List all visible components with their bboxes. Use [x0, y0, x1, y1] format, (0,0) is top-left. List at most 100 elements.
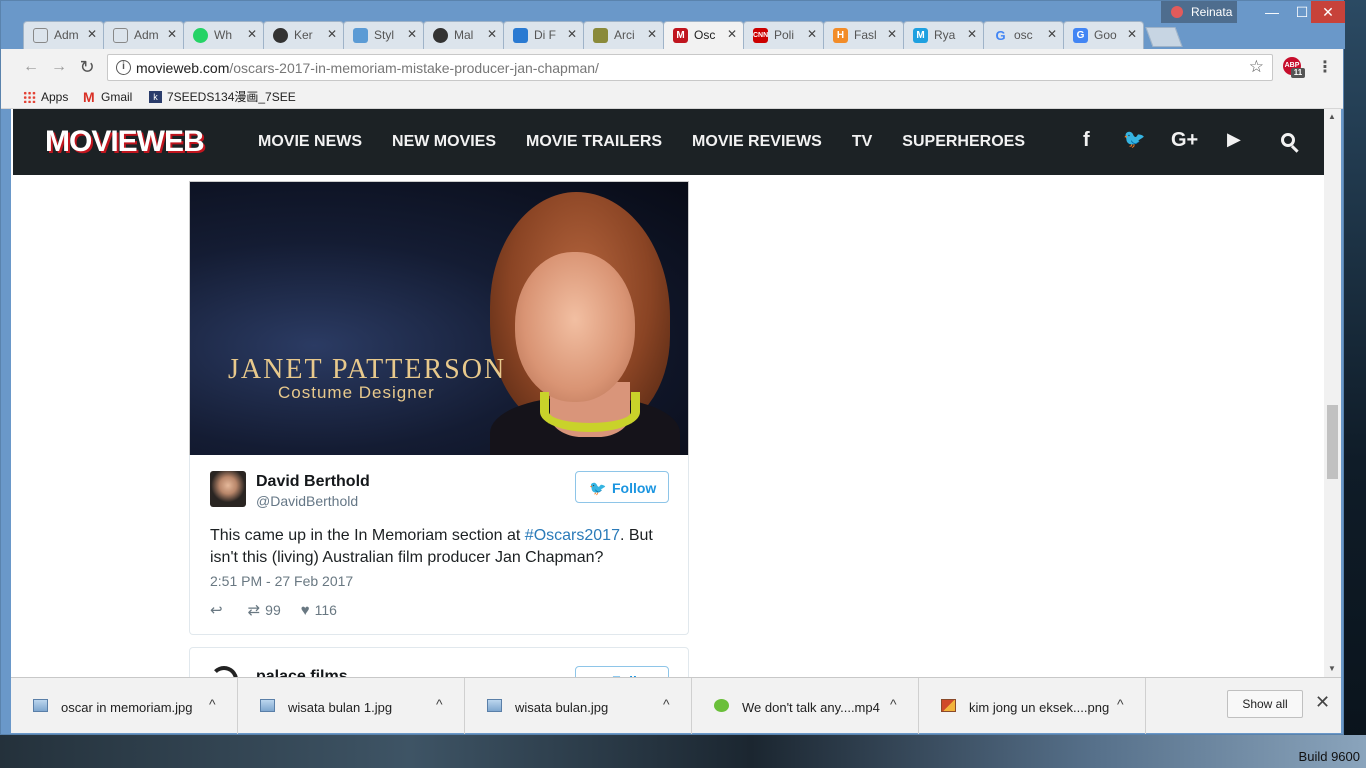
download-item[interactable]: wisata bulan 1.jpg ^ [238, 678, 465, 734]
github-icon [273, 28, 288, 43]
download-filename: wisata bulan.jpg [515, 700, 609, 715]
follow-button[interactable]: Follow [575, 666, 669, 677]
follow-button[interactable]: 🐦 Follow [575, 471, 669, 503]
adblock-icon[interactable]: ABP 11 [1283, 57, 1305, 78]
tab-close-icon[interactable]: ✕ [1127, 27, 1137, 41]
hashtag-link[interactable]: #Oscars2017 [525, 527, 620, 544]
bookmark-apps[interactable]: Apps [23, 89, 68, 105]
info-icon[interactable]: i [116, 60, 131, 75]
bookmark-label: Apps [41, 90, 69, 104]
video-file-icon [714, 699, 729, 712]
reply-button[interactable]: ↩ [210, 601, 228, 619]
address-bar[interactable]: i movieweb.com/oscars-2017-in-memoriam-m… [107, 54, 1273, 81]
search-icon[interactable] [1281, 133, 1301, 153]
nav-tv[interactable]: TV [852, 133, 872, 151]
movieweb-logo[interactable]: MOVIEWEB [45, 125, 205, 159]
tab[interactable]: Arci ✕ [583, 21, 664, 49]
google-plus-icon[interactable]: G+ [1171, 129, 1198, 152]
tweet-author[interactable]: palace films [256, 668, 348, 677]
scroll-up-icon[interactable]: ▲ [1328, 112, 1336, 121]
youtube-icon[interactable]: ▶ [1227, 129, 1241, 150]
tab-close-icon[interactable]: ✕ [487, 27, 497, 41]
tab[interactable]: CNN Poli ✕ [743, 21, 824, 49]
tab-label: Osc [694, 28, 716, 42]
close-downloads-icon[interactable]: ✕ [1315, 692, 1330, 713]
download-item[interactable]: wisata bulan.jpg ^ [465, 678, 692, 734]
profile-icon [1171, 6, 1183, 18]
chevron-up-icon[interactable]: ^ [209, 696, 216, 712]
tab[interactable]: Di F ✕ [503, 21, 584, 49]
tab[interactable]: Wh ✕ [183, 21, 264, 49]
tab-close-icon[interactable]: ✕ [807, 27, 817, 41]
tab-close-icon[interactable]: ✕ [407, 27, 417, 41]
tab[interactable]: G Goo ✕ [1063, 21, 1144, 49]
like-button[interactable]: ♥ 116 [301, 602, 337, 619]
facebook-icon[interactable]: f [1083, 129, 1090, 152]
nav-movie-reviews[interactable]: MOVIE REVIEWS [692, 133, 822, 151]
avatar[interactable] [210, 666, 238, 677]
retweet-icon: ⇄ [247, 602, 261, 619]
tab-close-icon[interactable]: ✕ [87, 27, 97, 41]
nav-movie-trailers[interactable]: MOVIE TRAILERS [526, 133, 662, 151]
browser-menu-icon[interactable]: ⋮ [1317, 57, 1333, 77]
tab-strip: Adm ✕ Adm ✕ Wh ✕ Ker ✕ Styl ✕ Mal ✕ Di F ✕ Arci… [23, 21, 1183, 49]
bookmark-star-icon[interactable]: ☆ [1249, 57, 1264, 77]
profile-button[interactable]: Reinata [1161, 1, 1237, 23]
close-window-button[interactable]: ✕ [1311, 1, 1345, 23]
tab[interactable]: Adm ✕ [23, 21, 104, 49]
tab-close-icon[interactable]: ✕ [327, 27, 337, 41]
bookmark-7seeds[interactable]: k 7SEEDS134漫画_7SEE [149, 89, 296, 105]
tab[interactable]: Adm ✕ [103, 21, 184, 49]
chevron-up-icon[interactable]: ^ [436, 696, 443, 712]
new-tab-button[interactable] [1145, 27, 1183, 47]
back-button[interactable]: ← [21, 57, 41, 77]
tab[interactable]: Styl ✕ [343, 21, 424, 49]
reload-button[interactable]: ↻ [77, 57, 97, 77]
profile-name: Reinata [1191, 5, 1233, 19]
tweet-photo[interactable]: JANET PATTERSON Costume Designer [189, 181, 689, 455]
url-text[interactable]: movieweb.com/oscars-2017-in-memoriam-mis… [136, 60, 599, 76]
avatar[interactable] [210, 471, 246, 507]
tab[interactable]: Mal ✕ [423, 21, 504, 49]
chevron-up-icon[interactable]: ^ [663, 696, 670, 712]
bookmark-gmail[interactable]: M Gmail [83, 89, 132, 105]
tweet-handle[interactable]: @DavidBerthold [256, 493, 358, 509]
nav-new-movies[interactable]: NEW MOVIES [392, 133, 496, 151]
chevron-up-icon[interactable]: ^ [1117, 696, 1124, 712]
tweet-timestamp[interactable]: 2:51 PM - 27 Feb 2017 [210, 573, 353, 589]
tab-close-icon[interactable]: ✕ [967, 27, 977, 41]
twitter-icon[interactable]: 🐦 [1123, 129, 1145, 150]
tab[interactable]: M Rya ✕ [903, 21, 984, 49]
scroll-thumb[interactable] [1327, 405, 1338, 479]
chevron-up-icon[interactable]: ^ [890, 696, 897, 712]
retweet-button[interactable]: ⇄ 99 [248, 601, 281, 619]
image-file-icon [260, 699, 275, 712]
tab-close-icon[interactable]: ✕ [167, 27, 177, 41]
download-item[interactable]: We don't talk any....mp4 ^ [692, 678, 919, 734]
tab-close-icon[interactable]: ✕ [887, 27, 897, 41]
minimize-button[interactable]: — [1257, 1, 1287, 23]
tab-close-icon[interactable]: ✕ [1047, 27, 1057, 41]
tab[interactable]: H Fasl ✕ [823, 21, 904, 49]
download-item[interactable]: oscar in memoriam.jpg ^ [11, 678, 238, 734]
download-item[interactable]: kim jong un eksek....png ^ [919, 678, 1146, 734]
tab-close-icon[interactable]: ✕ [247, 27, 257, 41]
download-filename: oscar in memoriam.jpg [61, 700, 193, 715]
tab[interactable]: Ker ✕ [263, 21, 344, 49]
tab-active[interactable]: M Osc ✕ [663, 21, 744, 49]
tab[interactable]: Gosc ✕ [983, 21, 1064, 49]
tab-close-icon[interactable]: ✕ [647, 27, 657, 41]
page-scrollbar[interactable]: ▲ ▼ [1324, 109, 1341, 677]
tweet-author[interactable]: David Berthold [256, 473, 370, 491]
tab-close-icon[interactable]: ✕ [567, 27, 577, 41]
retweet-count: 99 [265, 602, 281, 618]
desktop-wallpaper-strip [0, 735, 1366, 768]
nav-superheroes[interactable]: SUPERHEROES [902, 133, 1025, 151]
forward-button[interactable]: → [49, 57, 69, 77]
scroll-down-icon[interactable]: ▼ [1328, 664, 1336, 673]
tab-close-icon[interactable]: ✕ [727, 27, 737, 41]
show-all-downloads-button[interactable]: Show all [1227, 690, 1303, 718]
nav-movie-news[interactable]: MOVIE NEWS [258, 133, 362, 151]
walker-icon [513, 28, 528, 43]
photo-caption-role: Costume Designer [278, 383, 435, 402]
